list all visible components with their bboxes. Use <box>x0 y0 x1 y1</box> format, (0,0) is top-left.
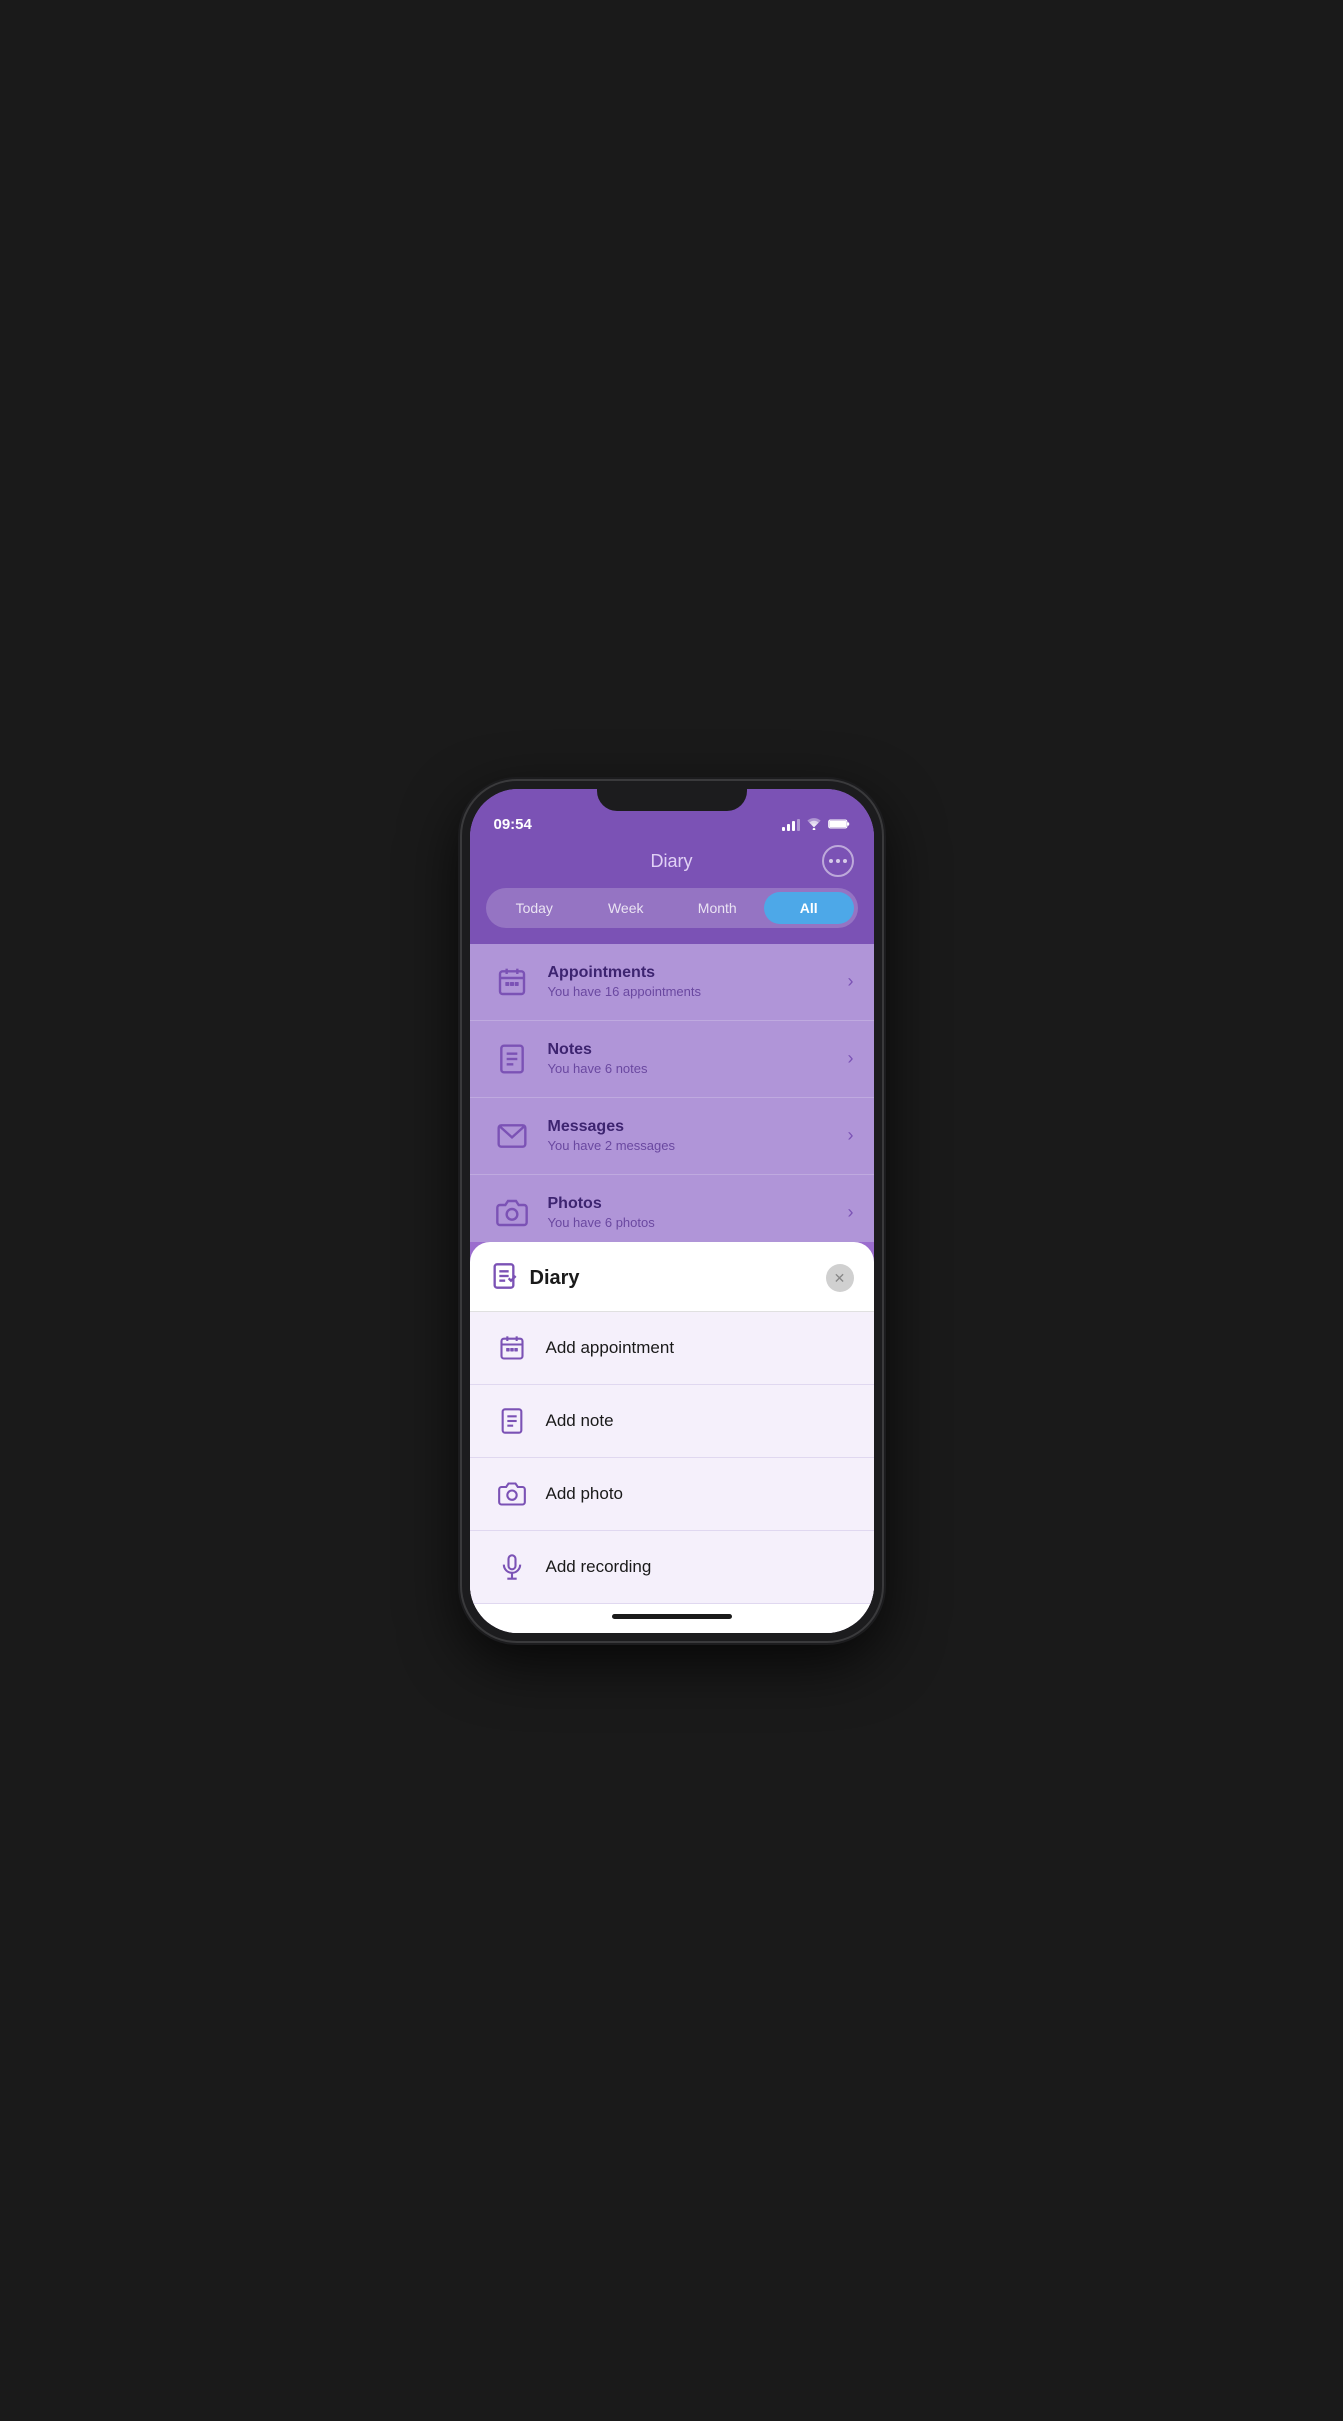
signal-icon <box>782 819 800 831</box>
tab-today[interactable]: Today <box>490 892 580 924</box>
messages-title: Messages <box>548 1118 848 1136</box>
add-photo-label: Add photo <box>546 1484 624 1504</box>
phone-frame: 09:54 <box>462 781 882 1641</box>
sheet-list: Add appointment Add note <box>470 1312 874 1604</box>
messages-text: Messages You have 2 messages <box>548 1118 848 1153</box>
home-bar <box>612 1614 732 1619</box>
list-item-appointments[interactable]: Appointments You have 16 appointments › <box>470 944 874 1021</box>
list-item-notes[interactable]: Notes You have 6 notes › <box>470 1021 874 1098</box>
list-item-photos[interactable]: Photos You have 6 photos › <box>470 1175 874 1242</box>
bottom-sheet: Diary ✕ <box>470 1242 874 1633</box>
battery-icon <box>828 818 850 833</box>
add-note-icon <box>494 1403 530 1439</box>
notch <box>597 781 747 811</box>
sheet-title: Diary <box>530 1267 826 1290</box>
tab-bar: Today Week Month All <box>470 888 874 944</box>
add-appointment-item[interactable]: Add appointment <box>470 1312 874 1385</box>
sheet-header: Diary ✕ <box>470 1242 874 1312</box>
messages-chevron: › <box>848 1125 854 1146</box>
appointments-chevron: › <box>848 971 854 992</box>
add-recording-label: Add recording <box>546 1557 652 1577</box>
app-header: Diary <box>470 839 874 888</box>
list-container: Appointments You have 16 appointments › <box>470 944 874 1242</box>
photos-text: Photos You have 6 photos <box>548 1195 848 1230</box>
appointments-text: Appointments You have 16 appointments <box>548 964 848 999</box>
add-note-label: Add note <box>546 1411 614 1431</box>
notes-subtitle: You have 6 notes <box>548 1061 848 1076</box>
close-icon: ✕ <box>834 1270 846 1287</box>
photos-title: Photos <box>548 1195 848 1213</box>
envelope-icon <box>490 1114 534 1158</box>
notes-title: Notes <box>548 1041 848 1059</box>
photos-chevron: › <box>848 1202 854 1223</box>
messages-subtitle: You have 2 messages <box>548 1138 848 1153</box>
sheet-close-button[interactable]: ✕ <box>826 1264 854 1292</box>
status-time: 09:54 <box>494 816 782 833</box>
notes-chevron: › <box>848 1048 854 1069</box>
menu-button[interactable] <box>822 845 854 877</box>
sheet-header-icon <box>490 1262 518 1295</box>
tab-week[interactable]: Week <box>581 892 671 924</box>
add-appointment-label: Add appointment <box>546 1338 675 1358</box>
header-title: Diary <box>650 851 692 872</box>
wifi-icon <box>806 818 822 833</box>
add-recording-icon <box>494 1549 530 1585</box>
list-item-messages[interactable]: Messages You have 2 messages › <box>470 1098 874 1175</box>
home-indicator <box>470 1604 874 1633</box>
add-photo-item[interactable]: Add photo <box>470 1458 874 1531</box>
tab-all[interactable]: All <box>764 892 854 924</box>
screen: 09:54 <box>470 789 874 1633</box>
camera-icon <box>490 1191 534 1235</box>
dots-icon <box>829 859 847 863</box>
notes-text: Notes You have 6 notes <box>548 1041 848 1076</box>
tab-container: Today Week Month All <box>486 888 858 928</box>
appointments-subtitle: You have 16 appointments <box>548 984 848 999</box>
add-photo-icon <box>494 1476 530 1512</box>
notes-icon <box>490 1037 534 1081</box>
appointments-title: Appointments <box>548 964 848 982</box>
status-icons <box>782 818 850 833</box>
photos-subtitle: You have 6 photos <box>548 1215 848 1230</box>
calendar-icon <box>490 960 534 1004</box>
add-recording-item[interactable]: Add recording <box>470 1531 874 1604</box>
tab-month[interactable]: Month <box>673 892 763 924</box>
add-note-item[interactable]: Add note <box>470 1385 874 1458</box>
add-appointment-icon <box>494 1330 530 1366</box>
